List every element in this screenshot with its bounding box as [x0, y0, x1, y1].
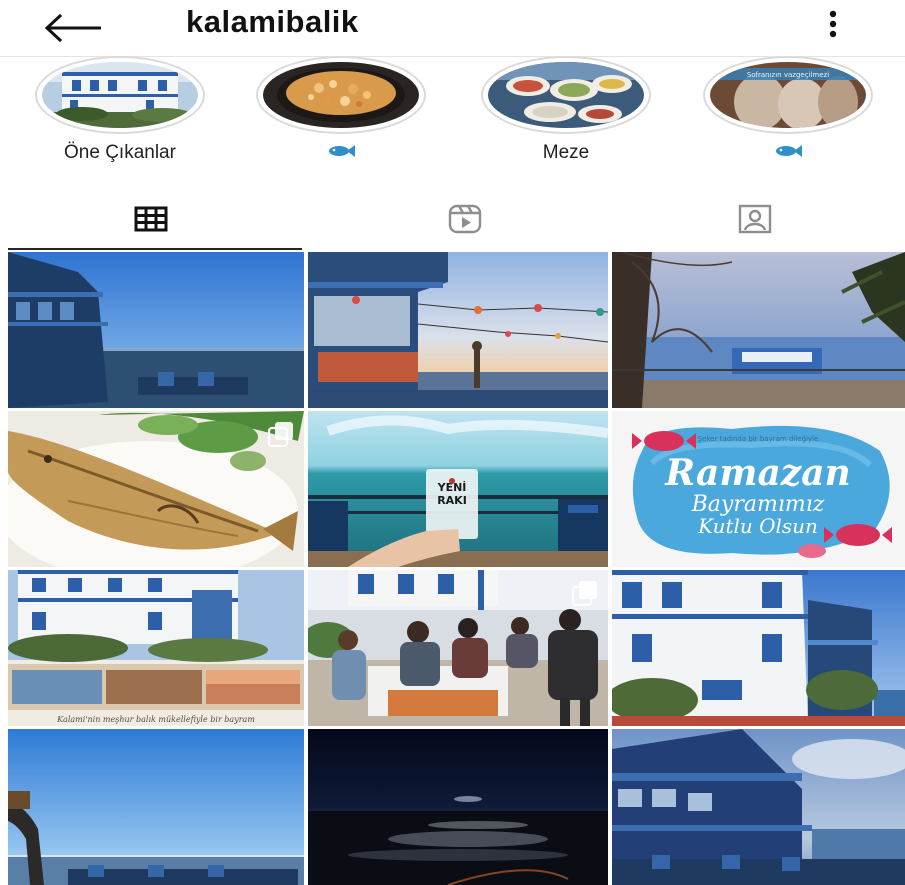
post-image — [612, 570, 905, 726]
greeting-line-kutlu: Kutlu Olsun — [697, 514, 818, 538]
active-tab-indicator — [8, 248, 302, 250]
post-tile[interactable]: YENİ RAKI — [308, 411, 608, 567]
highlight-cover-fish: Sofranızın vazgeçilmezi — [710, 62, 866, 128]
post-tile[interactable] — [612, 252, 905, 408]
post-tile[interactable] — [308, 729, 608, 885]
highlight-ring — [481, 56, 651, 134]
profile-username: kalamibalik — [186, 4, 359, 39]
profile-tabs — [0, 190, 905, 250]
post-tile[interactable] — [8, 252, 304, 408]
post-image: Şeker tadında bir bayram dileğiyle Ramaz… — [612, 411, 905, 567]
post-tile[interactable] — [8, 411, 304, 567]
post-image — [308, 570, 608, 726]
fish-emoji-icon — [776, 145, 802, 157]
tab-posts[interactable] — [0, 190, 301, 248]
multiple-photos-icon — [572, 581, 597, 606]
greeting-line-ramazan: Ramazan — [664, 452, 850, 494]
arrow-left-icon — [44, 13, 101, 43]
post-tile[interactable] — [308, 252, 608, 408]
more-options-button[interactable] — [818, 6, 848, 42]
highlight-cover-shrimp — [263, 62, 419, 128]
highlight-label: Meze — [542, 142, 590, 163]
post-tile[interactable] — [308, 570, 608, 726]
grid-icon — [134, 206, 167, 232]
post-caption-text: Kalami'nin meşhur balık mükellefiyle bir… — [56, 715, 255, 724]
highlight-shrimp[interactable] — [252, 56, 430, 174]
more-vertical-icon — [829, 10, 837, 38]
post-image — [8, 252, 304, 408]
back-button[interactable] — [40, 8, 106, 48]
profile-header: kalamibalik — [0, 0, 905, 57]
tagged-user-icon — [738, 204, 771, 234]
greeting-small-text: Şeker tadında bir bayram dileğiyle — [698, 435, 819, 443]
highlight-ring — [256, 56, 426, 134]
post-tile[interactable] — [612, 729, 905, 885]
post-image — [308, 729, 608, 885]
highlight-fish[interactable]: Sofranızın vazgeçilmezi — [699, 56, 877, 174]
highlight-one-cikanlar[interactable]: Öne Çıkanlar — [31, 56, 209, 174]
highlight-cover-building — [42, 62, 198, 128]
highlight-cover-text: Sofranızın vazgeçilmezi — [747, 71, 829, 79]
posts-grid: YENİ RAKI Şeker tadında bir bayram dileğ… — [8, 252, 905, 885]
post-image — [612, 729, 905, 885]
highlight-label: Öne Çıkanlar — [64, 142, 176, 163]
story-highlights: Öne Çıkanlar Meze Sofranızın vazgeçilmez… — [0, 56, 905, 174]
post-tile[interactable] — [612, 570, 905, 726]
reels-icon — [448, 204, 481, 234]
fish-emoji-icon — [329, 145, 355, 157]
post-tile[interactable]: Kalami'nin meşhur balık mükellefiyle bir… — [8, 570, 304, 726]
glass-label-line2: RAKI — [437, 494, 467, 507]
multiple-photos-icon — [268, 422, 293, 447]
highlight-cover-meze — [488, 62, 644, 128]
post-image — [8, 411, 304, 567]
post-image — [8, 729, 304, 885]
highlight-ring — [35, 56, 205, 134]
post-image: Kalami'nin meşhur balık mükellefiyle bir… — [8, 570, 304, 726]
post-tile[interactable]: Şeker tadında bir bayram dileğiyle Ramaz… — [612, 411, 905, 567]
post-image: YENİ RAKI — [308, 411, 608, 567]
highlight-label — [773, 142, 803, 164]
post-image — [308, 252, 608, 408]
highlight-label — [326, 142, 356, 164]
highlight-ring: Sofranızın vazgeçilmezi — [703, 56, 873, 134]
tab-tagged[interactable] — [604, 190, 905, 248]
post-tile[interactable] — [8, 729, 304, 885]
tab-reels[interactable] — [314, 190, 615, 248]
post-image — [612, 252, 905, 408]
highlight-meze[interactable]: Meze — [477, 56, 655, 174]
